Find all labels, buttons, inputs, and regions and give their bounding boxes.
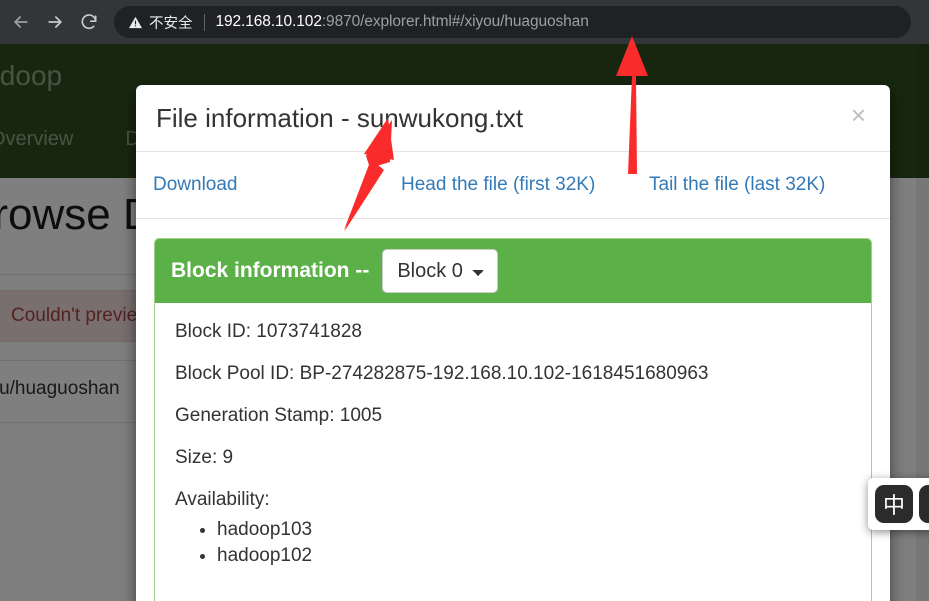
reload-icon — [81, 14, 97, 30]
security-status-text: 不安全 — [149, 15, 193, 32]
security-chip[interactable]: 不安全 — [128, 12, 193, 33]
block-panel-body: Block ID: 1073741828 Block Pool ID: BP-2… — [155, 303, 871, 569]
arrow-right-icon — [48, 16, 62, 28]
size-line: Size: 9 — [175, 447, 234, 468]
close-icon[interactable]: × — [845, 100, 872, 130]
ime-indicator[interactable]: 中 — [868, 478, 929, 530]
block-information-panel: Block information -- Block 0 Block ID: 1… — [154, 238, 872, 601]
head-file-link[interactable]: Head the file (first 32K) — [401, 174, 595, 196]
reload-button[interactable] — [72, 5, 106, 39]
warning-triangle-icon — [128, 16, 143, 28]
back-button[interactable] — [4, 5, 38, 39]
modal-body: Block information -- Block 0 Block ID: 1… — [136, 219, 890, 601]
modal-title: File information - sunwukong.txt — [156, 102, 524, 133]
omnibox-divider — [203, 13, 205, 31]
address-bar[interactable]: 不安全 192.168.10.102:9870/explorer.html#/x… — [114, 6, 911, 38]
availability-list: hadoop103 hadoop102 — [175, 517, 851, 568]
availability-label: Availability: — [175, 489, 270, 510]
url-path: :9870/explorer.html#/xiyou/huaguoshan — [321, 13, 589, 30]
generation-stamp-line: Generation Stamp: 1005 — [175, 405, 383, 426]
modal-action-links: Download Head the file (first 32K) Tail … — [136, 152, 890, 219]
forward-button[interactable] — [38, 5, 72, 39]
ime-mode-key[interactable]: 中 — [875, 485, 913, 523]
block-information-label: Block information -- — [171, 259, 370, 282]
browser-toolbar: 不安全 192.168.10.102:9870/explorer.html#/x… — [0, 0, 929, 44]
block-id-line: Block ID: 1073741828 — [175, 321, 362, 342]
download-link[interactable]: Download — [153, 174, 238, 196]
tail-file-link[interactable]: Tail the file (last 32K) — [649, 174, 825, 196]
screen: 不安全 192.168.10.102:9870/explorer.html#/x… — [0, 0, 929, 601]
url-text[interactable]: 192.168.10.102:9870/explorer.html#/xiyou… — [216, 13, 589, 31]
block-pool-id-line: Block Pool ID: BP-274282875-192.168.10.1… — [175, 363, 709, 384]
list-item: hadoop103 — [217, 517, 851, 543]
block-panel-heading: Block information -- Block 0 — [155, 239, 871, 303]
url-host: 192.168.10.102 — [215, 13, 322, 30]
ime-secondary-key[interactable] — [919, 485, 929, 523]
arrow-left-icon — [14, 16, 28, 28]
modal-header: File information - sunwukong.txt × — [136, 85, 890, 152]
block-select[interactable]: Block 0 — [382, 249, 499, 293]
list-item: hadoop102 — [217, 543, 851, 569]
file-information-modal: File information - sunwukong.txt × Downl… — [136, 85, 890, 601]
